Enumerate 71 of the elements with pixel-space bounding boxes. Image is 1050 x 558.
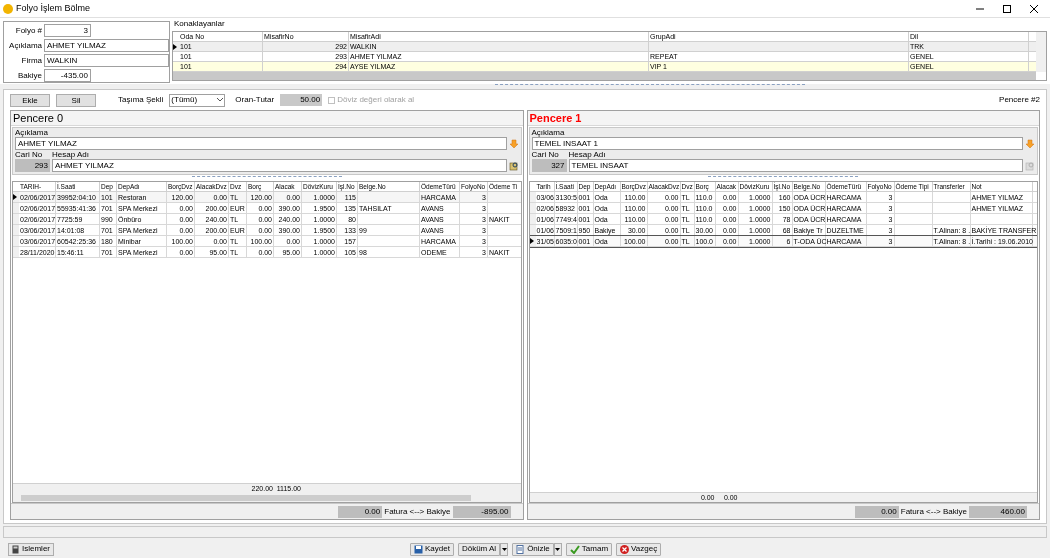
field-label: Açıklama <box>531 128 566 137</box>
document-icon <box>516 544 526 554</box>
action-button[interactable]: Tamam <box>565 542 613 556</box>
checkbox-label: Döviz değeri olarak al <box>337 94 415 106</box>
field-label: Hesap Adı <box>568 150 606 159</box>
row-pointer-icon <box>529 238 534 244</box>
checkmark-icon <box>569 544 580 554</box>
arrow-down-icon[interactable] <box>1025 138 1035 149</box>
row-pointer-icon <box>173 43 177 50</box>
field-label: Cari No <box>531 150 560 159</box>
dropdown-button[interactable] <box>553 542 562 556</box>
transfer-type-select[interactable]: (Tümü) <box>169 93 226 107</box>
toolbar-button[interactable]: Ekle <box>10 93 50 107</box>
account-name-field[interactable]: AHMET YILMAZ <box>52 159 507 172</box>
field-label: Açıklama <box>8 39 42 52</box>
field-label: Açıklama <box>15 128 49 137</box>
field-label: Oran-Tutar <box>235 94 275 106</box>
invoice-field[interactable]: 0.00 <box>338 505 383 518</box>
chevron-down-icon <box>217 98 224 102</box>
balance-field[interactable]: -895.00 <box>452 505 511 518</box>
window-title: Folyo İşlem Bölme <box>16 1 91 15</box>
caret-icon <box>501 547 507 551</box>
balance-field[interactable]: 460.00 <box>969 505 1027 518</box>
row-pointer-icon <box>13 194 17 200</box>
rate-field[interactable]: 50.00 <box>280 94 323 106</box>
text-field[interactable]: 3 <box>44 24 91 37</box>
caret-icon <box>555 547 561 551</box>
splitter-handle[interactable] <box>708 176 859 180</box>
panel-title: Pencere 0 <box>13 110 64 126</box>
vertical-scrollbar[interactable] <box>1036 32 1046 72</box>
lookup-icon[interactable] <box>508 160 519 171</box>
action-button[interactable]: Vazgeç <box>616 542 662 556</box>
invoice-field[interactable]: 0.00 <box>854 505 899 518</box>
row-indicator[interactable] <box>529 236 536 246</box>
field-label: Taşıma Şekli <box>118 94 164 106</box>
cancel-icon <box>620 544 630 554</box>
field-label: Hesap Adı <box>52 150 89 159</box>
close-icon[interactable] <box>1029 3 1039 14</box>
splitter-handle[interactable] <box>495 84 805 88</box>
text-field[interactable]: AHMET YILMAZ <box>44 39 169 52</box>
app-logo-icon <box>3 3 13 14</box>
toolbar-button[interactable]: Sil <box>56 93 96 107</box>
field-label: Bakiye <box>17 69 42 82</box>
calculator-icon <box>12 544 19 554</box>
section-title: Konaklayanlar <box>173 19 226 29</box>
horizontal-scrollbar[interactable] <box>13 493 521 502</box>
row-indicator[interactable] <box>13 192 19 202</box>
account-number-field[interactable]: 327 <box>531 159 567 172</box>
window-label: Pencere #2 <box>999 94 1040 106</box>
operations-button[interactable]: Islemler <box>8 542 54 556</box>
dropdown-button[interactable] <box>500 542 509 556</box>
action-button[interactable]: Kaydet <box>410 542 454 556</box>
description-field[interactable]: AHMET YILMAZ <box>15 137 507 150</box>
action-button[interactable]: Önizle <box>512 542 554 556</box>
description-field[interactable]: TEMEL INSAAT 1 <box>531 137 1023 150</box>
maximize-icon[interactable] <box>1002 3 1012 14</box>
field-label: Firma <box>20 54 42 67</box>
text-field[interactable]: WALKIN <box>44 54 169 67</box>
checkbox[interactable] <box>328 96 336 104</box>
field-label: Cari No <box>15 150 44 159</box>
account-name-field[interactable]: TEMEL INSAAT <box>568 159 1023 172</box>
field-label: Fatura <--> Bakiye <box>900 505 967 518</box>
text-field[interactable]: -435.00 <box>44 69 91 82</box>
arrow-down-icon[interactable] <box>508 138 519 149</box>
action-button[interactable]: Döküm Al <box>457 542 501 556</box>
splitter-handle[interactable] <box>191 176 342 180</box>
field-label: Fatura <--> Bakiye <box>384 505 451 518</box>
horizontal-scrollbar[interactable] <box>173 72 1036 80</box>
panel-title: Pencere 1 <box>529 110 582 126</box>
field-label: Folyo # <box>14 24 42 37</box>
account-number-field[interactable]: 293 <box>15 159 50 172</box>
